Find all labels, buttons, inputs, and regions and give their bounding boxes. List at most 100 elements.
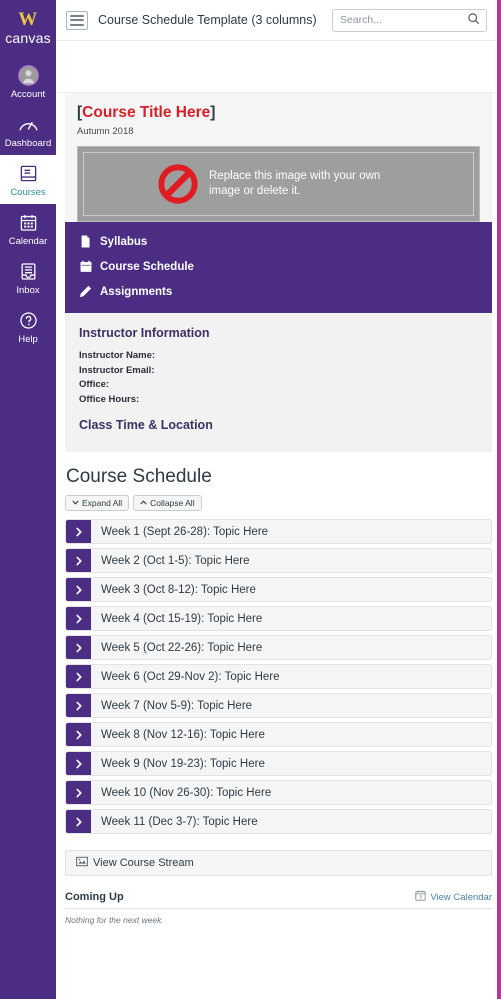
- search-magnifier-icon: [467, 12, 480, 28]
- breadcrumb-band: [56, 41, 501, 93]
- week-row[interactable]: Week 8 (Nov 12-16): Topic Here: [65, 722, 492, 747]
- instructor-field: Office:: [79, 379, 110, 390]
- instructor-info-heading: Instructor Information: [79, 326, 210, 340]
- coming-up-header: Coming Up View Calendar: [65, 890, 492, 908]
- sidebar-item-account[interactable]: Account: [0, 57, 56, 106]
- view-course-stream-label: View Course Stream: [93, 857, 194, 869]
- image-placeholder: Replace this image with your own image o…: [77, 146, 480, 222]
- week-label: Week 7 (Nov 5-9): Topic Here: [101, 699, 253, 712]
- calendar-icon: [79, 260, 92, 273]
- sidebar-item-label: Calendar: [8, 236, 48, 247]
- course-nav-assignments[interactable]: Assignments: [65, 279, 492, 304]
- week-row[interactable]: Week 6 (Oct 29-Nov 2): Topic Here: [65, 664, 492, 689]
- help-question-icon: [19, 309, 38, 331]
- canvas-logo[interactable]: W canvas: [0, 6, 56, 57]
- calendar-icon: [19, 211, 38, 233]
- expand-all-label: Expand All: [82, 498, 123, 508]
- course-topbar: Course Schedule Template (3 columns): [56, 0, 501, 41]
- week-row[interactable]: Week 11 (Dec 3-7): Topic Here: [65, 809, 492, 834]
- week-row[interactable]: Week 5 (Oct 22-26): Topic Here: [65, 635, 492, 660]
- title-placeholder-text: Course Title Here: [82, 104, 211, 121]
- courses-book-icon: [19, 162, 38, 184]
- no-entry-prohibition-icon: [158, 164, 198, 204]
- class-time-location-heading: Class Time & Location: [79, 418, 213, 432]
- view-calendar-label: View Calendar: [430, 891, 492, 903]
- sidebar-item-label: Courses: [10, 187, 46, 198]
- course-header-card: [Course Title Here] Autumn 2018 Replace …: [65, 93, 492, 222]
- sidebar-item-label: Inbox: [16, 285, 40, 296]
- instructor-information-panel: Instructor Information Instructor Name: …: [65, 313, 492, 452]
- chevron-right-icon[interactable]: [66, 607, 91, 630]
- main-content-column: Course Schedule Template (3 columns) [Co…: [56, 0, 501, 999]
- page-title: Course Schedule Template (3 columns): [98, 13, 317, 27]
- course-term: Autumn 2018: [77, 126, 134, 137]
- right-accent-stripe: [497, 0, 501, 999]
- sidebar-item-label: Dashboard: [4, 138, 52, 149]
- view-calendar-link[interactable]: View Calendar: [415, 890, 492, 904]
- week-row[interactable]: Week 10 (Nov 26-30): Topic Here: [65, 780, 492, 805]
- sidebar-item-help[interactable]: Help: [0, 302, 56, 351]
- user-avatar-icon: [17, 64, 39, 86]
- menu-line: [70, 14, 84, 17]
- chevron-right-icon[interactable]: [66, 578, 91, 601]
- chevron-right-icon[interactable]: [66, 694, 91, 717]
- dashboard-speedometer-icon: [18, 113, 39, 135]
- instructor-field: Instructor Name:: [79, 350, 156, 361]
- week-label: Week 6 (Oct 29-Nov 2): Topic Here: [101, 670, 280, 683]
- week-row[interactable]: Week 2 (Oct 1-5): Topic Here: [65, 548, 492, 573]
- logo-canvas-text: canvas: [5, 30, 51, 46]
- collapse-all-button[interactable]: Collapse All: [133, 495, 202, 511]
- week-label: Week 9 (Nov 19-23): Topic Here: [101, 757, 265, 770]
- calendar-icon: [415, 890, 426, 904]
- week-row[interactable]: Week 1 (Sept 26-28): Topic Here: [65, 519, 492, 544]
- pencil-edit-icon: [79, 285, 92, 298]
- document-page-icon: [79, 235, 92, 248]
- course-nav-syllabus[interactable]: Syllabus: [65, 229, 492, 254]
- canvas-app-window: W canvas Account Dashboard Courses Calen…: [0, 0, 501, 999]
- collapse-all-label: Collapse All: [150, 498, 195, 508]
- chevron-up-icon: [140, 498, 147, 508]
- menu-line: [70, 19, 84, 21]
- week-label: Week 5 (Oct 22-26): Topic Here: [101, 641, 263, 654]
- course-nav-label: Course Schedule: [100, 260, 194, 273]
- menu-line: [70, 23, 84, 26]
- chevron-right-icon[interactable]: [66, 752, 91, 775]
- coming-up-title: Coming Up: [65, 891, 124, 903]
- chevron-right-icon[interactable]: [66, 723, 91, 746]
- week-row[interactable]: Week 9 (Nov 19-23): Topic Here: [65, 751, 492, 776]
- chevron-right-icon[interactable]: [66, 636, 91, 659]
- week-list: Week 1 (Sept 26-28): Topic Here Week 2 (O…: [65, 519, 492, 834]
- sidebar-item-label: Help: [18, 334, 38, 345]
- week-label: Week 8 (Nov 12-16): Topic Here: [101, 728, 265, 741]
- global-navigation-sidebar: W canvas Account Dashboard Courses Calen…: [0, 0, 56, 999]
- instructor-field: Office Hours:: [79, 393, 140, 405]
- course-nav-label: Assignments: [100, 285, 173, 298]
- sidebar-item-courses[interactable]: Courses: [0, 155, 56, 204]
- view-course-stream-button[interactable]: View Course Stream: [65, 850, 492, 876]
- search-box[interactable]: [332, 8, 501, 32]
- week-row[interactable]: Week 4 (Oct 15-19): Topic Here: [65, 606, 492, 631]
- chevron-right-icon[interactable]: [66, 665, 91, 688]
- sidebar-item-inbox[interactable]: Inbox: [0, 253, 56, 302]
- course-schedule-heading: Course Schedule: [66, 466, 212, 487]
- search-button[interactable]: [461, 10, 486, 31]
- course-nav-label: Syllabus: [100, 235, 148, 248]
- chevron-down-icon: [72, 498, 79, 508]
- chevron-right-icon[interactable]: [66, 781, 91, 804]
- chevron-right-icon[interactable]: [66, 810, 91, 833]
- inbox-tray-icon: [19, 260, 38, 282]
- sidebar-item-dashboard[interactable]: Dashboard: [0, 106, 56, 155]
- course-title: [Course Title Here]: [77, 103, 480, 123]
- week-label: Week 11 (Dec 3-7): Topic Here: [101, 815, 258, 828]
- chevron-right-icon[interactable]: [66, 520, 91, 543]
- expand-all-button[interactable]: Expand All: [65, 495, 130, 511]
- course-nav-course-schedule[interactable]: Course Schedule: [65, 254, 492, 279]
- week-row[interactable]: Week 7 (Nov 5-9): Topic Here: [65, 693, 492, 718]
- sidebar-item-calendar[interactable]: Calendar: [0, 204, 56, 253]
- coming-up-divider: [65, 908, 492, 909]
- week-row[interactable]: Week 3 (Oct 8-12): Topic Here: [65, 577, 492, 602]
- week-label: Week 10 (Nov 26-30): Topic Here: [101, 786, 272, 799]
- chevron-right-icon[interactable]: [66, 549, 91, 572]
- hamburger-menu-icon[interactable]: [66, 10, 88, 30]
- week-label: Week 3 (Oct 8-12): Topic Here: [101, 583, 256, 596]
